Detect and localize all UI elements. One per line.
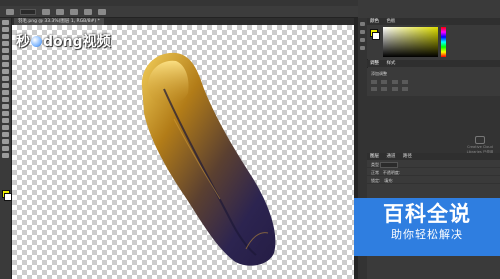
layers-kind-label: 类型 (371, 162, 379, 167)
fill-label: 填充: (384, 178, 394, 183)
tab-color[interactable]: 颜色 (370, 18, 379, 25)
adjustments-title: 添加调整 (371, 71, 387, 76)
blend-mode-value[interactable]: 正常 (371, 170, 379, 175)
levels-icon[interactable] (381, 80, 388, 84)
type-tool-icon[interactable] (2, 125, 9, 130)
hand-tool-icon[interactable] (2, 146, 9, 151)
feather-image (141, 52, 276, 266)
opacity-label: 不透明度: (382, 170, 401, 175)
layers-blend-row: 正常 不透明度: (367, 170, 500, 176)
libraries-panel: Creative Cloud Libraries 已停用 (367, 96, 500, 154)
move-tool-icon[interactable] (6, 8, 14, 15)
tab-layers[interactable]: 图层 (370, 153, 379, 160)
properties-panel-icon[interactable] (360, 30, 365, 34)
logo-title: 百科全说 (383, 202, 471, 226)
document-tab-bar: 羽毛.png @ 33.3%(图层 1, RGB/8#) * (12, 18, 354, 25)
healing-brush-tool-icon[interactable] (2, 62, 9, 67)
logo-subtitle: 助你轻松解决 (391, 228, 463, 241)
tab-styles[interactable]: 样式 (386, 60, 395, 67)
color-field[interactable] (383, 27, 438, 57)
exposure-icon[interactable] (401, 80, 408, 84)
document-tab[interactable]: 羽毛.png @ 33.3%(图层 1, RGB/8#) * (14, 18, 104, 25)
vibrance-icon[interactable] (371, 87, 377, 91)
cloud-icon (475, 136, 485, 144)
site-logo-overlay: 百科全说 助你轻松解决 (354, 198, 500, 256)
tab-adjustments[interactable]: 调整 (370, 60, 379, 67)
gradient-tool-icon[interactable] (2, 97, 9, 102)
watermark-text-mid: dong (43, 34, 83, 50)
layers-panel-header: 图层 通道 路径 (367, 153, 500, 160)
align-center-icon[interactable] (56, 8, 64, 15)
distribute-icon[interactable] (84, 8, 92, 15)
history-panel-icon[interactable] (360, 22, 365, 26)
adjustments-panel-header: 调整 样式 (367, 60, 500, 67)
dodge-tool-icon[interactable] (2, 111, 9, 116)
character-panel-icon[interactable] (360, 46, 365, 50)
background-color-swatch[interactable] (4, 193, 12, 201)
watermark-text-left: 秒 (16, 34, 30, 50)
watermark-text-right: 视频 (82, 34, 111, 50)
adjustment-row-1 (371, 79, 411, 84)
marquee-tool-icon[interactable] (2, 27, 9, 32)
watermark-ball-icon (31, 36, 42, 47)
history-brush-tool-icon[interactable] (2, 83, 9, 88)
lasso-tool-icon[interactable] (2, 34, 9, 39)
layers-lock-row: 锁定: 填充: (367, 178, 500, 184)
zoom-tool-icon[interactable] (2, 153, 9, 158)
color-balance-icon[interactable] (391, 87, 398, 91)
move-tool-icon[interactable] (2, 20, 9, 25)
auto-select-dropdown[interactable] (20, 8, 36, 15)
tab-swatches[interactable]: 色板 (386, 18, 395, 25)
layers-kind-dropdown[interactable] (380, 162, 399, 168)
color-panel-header: 颜色 色板 (367, 18, 500, 25)
hue-saturation-icon[interactable] (381, 87, 388, 91)
brightness-icon[interactable] (371, 80, 377, 84)
tab-channels[interactable]: 通道 (386, 153, 395, 160)
clone-stamp-tool-icon[interactable] (2, 76, 9, 81)
align-right-icon[interactable] (70, 8, 78, 15)
curves-icon[interactable] (391, 80, 398, 84)
3d-mode-icon[interactable] (98, 8, 106, 15)
brush-panel-icon[interactable] (360, 38, 365, 42)
pen-tool-icon[interactable] (2, 118, 9, 123)
eyedropper-tool-icon[interactable] (2, 55, 9, 60)
tools-panel (0, 18, 12, 279)
black-white-icon[interactable] (401, 87, 408, 91)
align-left-icon[interactable] (42, 8, 50, 15)
adjustments-panel: 添加调整 (367, 68, 500, 96)
crop-tool-icon[interactable] (2, 48, 9, 53)
quick-select-tool-icon[interactable] (2, 41, 9, 46)
document-canvas[interactable]: 秒 dong视频 (12, 25, 354, 279)
color-picker-panel (367, 25, 500, 59)
eraser-tool-icon[interactable] (2, 90, 9, 95)
video-watermark: 秒 dong视频 (16, 31, 111, 51)
lock-label: 锁定: (371, 178, 381, 183)
hue-slider[interactable] (441, 27, 446, 57)
shape-tool-icon[interactable] (2, 139, 9, 144)
panel-background-swatch[interactable] (372, 32, 380, 40)
brush-tool-icon[interactable] (2, 69, 9, 74)
blur-tool-icon[interactable] (2, 104, 9, 109)
tab-paths[interactable]: 路径 (403, 153, 412, 160)
layers-filter-row: 类型 (367, 162, 500, 168)
adjustment-row-2 (371, 86, 411, 91)
path-select-tool-icon[interactable] (2, 132, 9, 137)
